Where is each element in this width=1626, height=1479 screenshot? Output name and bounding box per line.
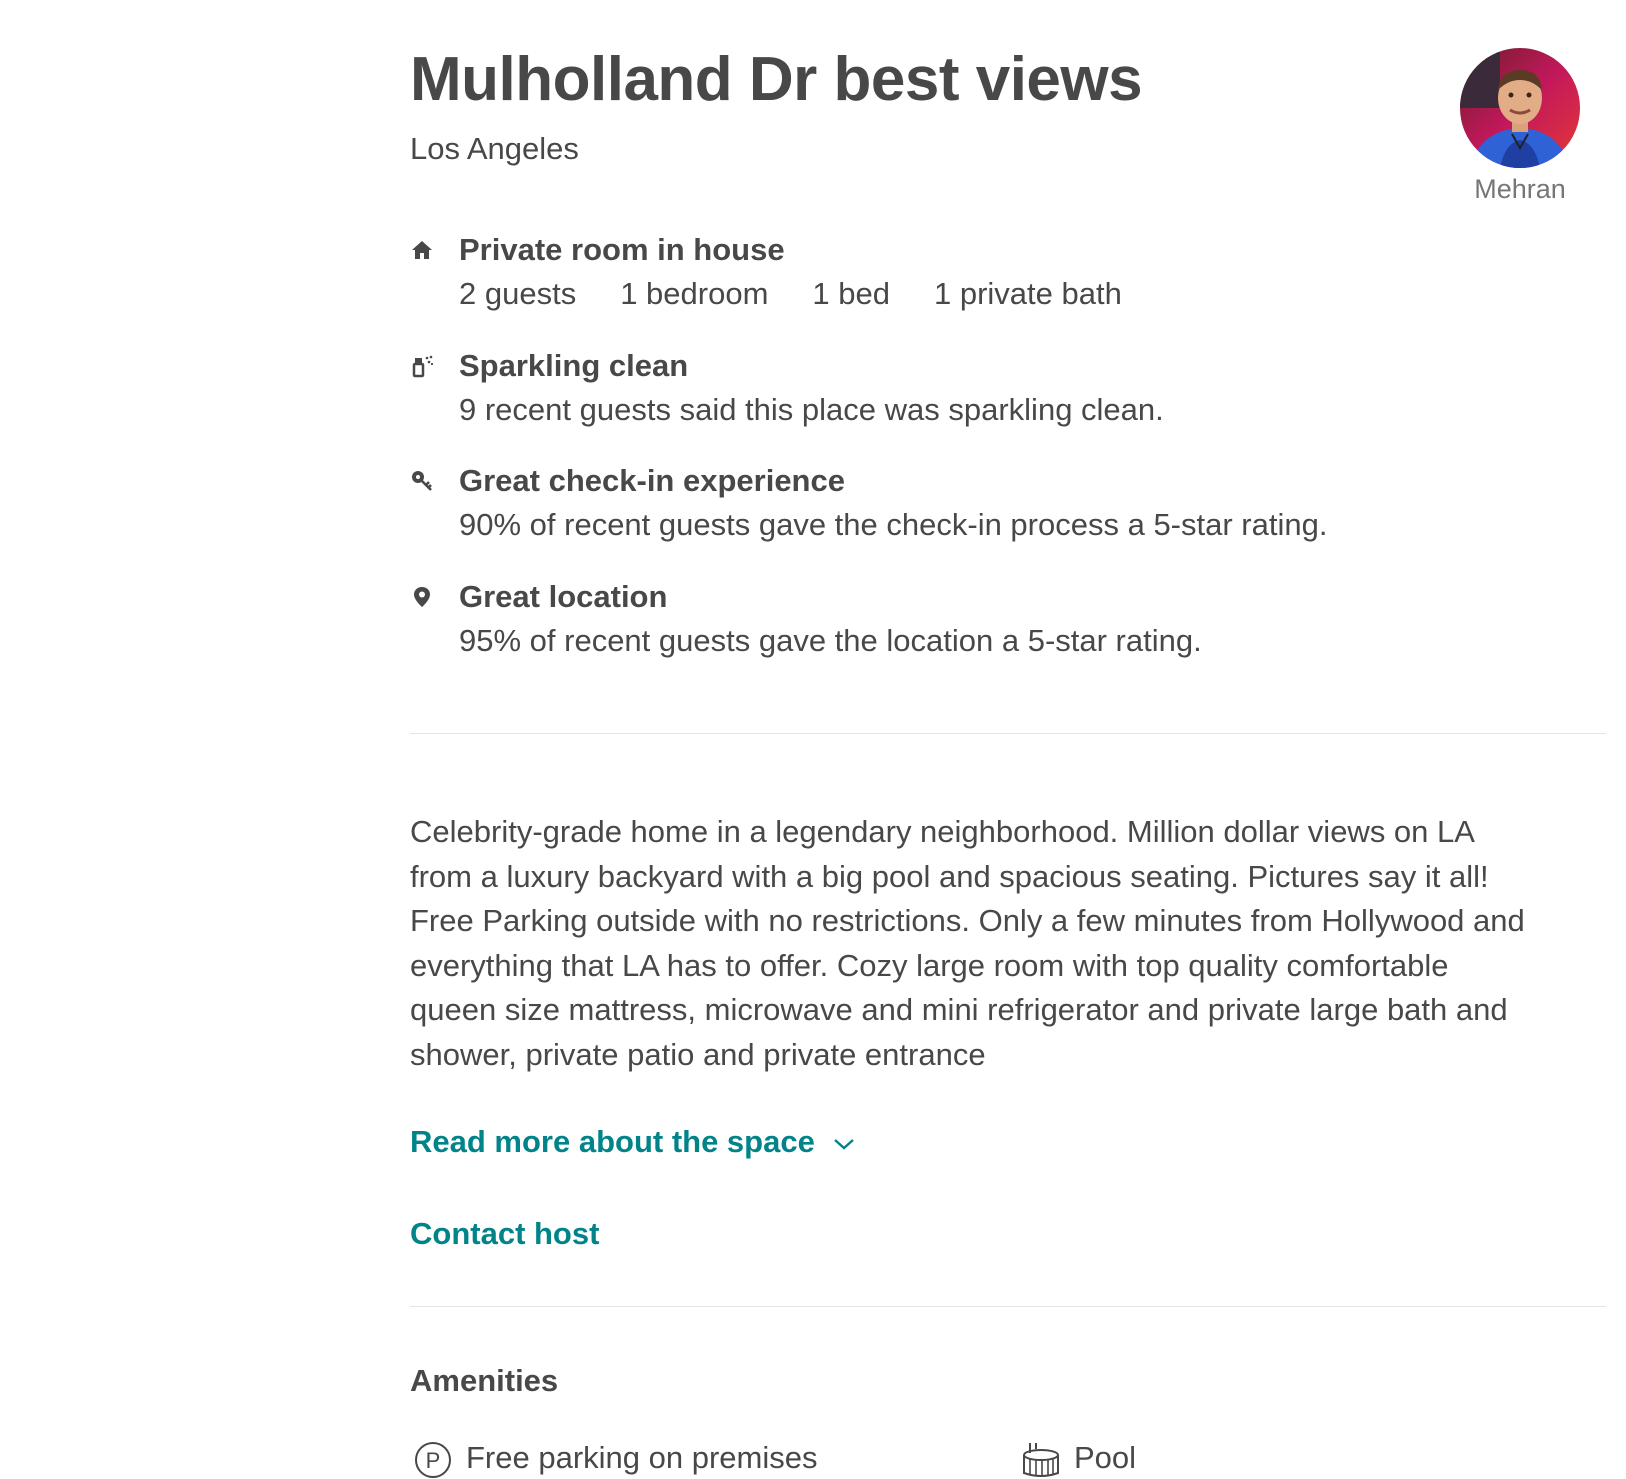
svg-text:P: P (426, 1448, 441, 1473)
highlight-title: Private room in house (459, 232, 785, 267)
read-more-label: Read more about the space (410, 1124, 815, 1159)
amenity-item: Pool (1022, 1440, 1136, 1479)
bed-count: 1 bed (812, 276, 890, 311)
listing-title: Mulholland Dr best views (410, 45, 1143, 114)
guests-count: 2 guests (459, 276, 577, 311)
amenities-heading: Amenities (410, 1363, 559, 1398)
highlight-title: Great location (459, 579, 668, 614)
parking-icon: P (415, 1441, 451, 1478)
section-divider (410, 1306, 1606, 1307)
home-icon (412, 241, 432, 259)
bedroom-count: 1 bedroom (620, 276, 769, 311)
amenity-label: Pool (1074, 1440, 1137, 1475)
listing-description: Celebrity-grade home in a legendary neig… (410, 810, 1606, 1077)
highlight-description: 90% of recent guests gave the check-in p… (459, 507, 1328, 542)
description-line: queen size mattress, microwave and mini … (410, 992, 1508, 1027)
chevron-down-icon (834, 1138, 854, 1150)
host-profile[interactable]: Mehran (1458, 48, 1582, 205)
highlight-description: 9 recent guests said this place was spar… (459, 392, 1164, 427)
read-more-link[interactable]: Read more about the space (410, 1124, 855, 1160)
description-line: from a luxury backyard with a big pool a… (410, 858, 1489, 894)
highlight-title: Sparkling clean (459, 348, 689, 383)
highlight-title: Great check-in experience (459, 463, 845, 498)
spray-bottle-icon (412, 355, 434, 378)
pool-icon (1023, 1442, 1059, 1477)
map-pin-icon (414, 587, 430, 607)
room-details: 2 guests 1 bedroom 1 bed 1 private bath (459, 276, 1166, 312)
description-line: Free Parking outside with no restriction… (410, 903, 1525, 938)
host-avatar-photo (1460, 48, 1580, 168)
listing-city: Los Angeles (410, 131, 579, 166)
amenity-label: Free parking on premises (466, 1440, 818, 1475)
host-name: Mehran (1474, 174, 1566, 204)
contact-host-link[interactable]: Contact host (410, 1216, 599, 1252)
amenity-item: P Free parking on premises (414, 1440, 818, 1479)
section-divider (410, 733, 1606, 734)
description-line: Celebrity-grade home in a legendary neig… (410, 814, 1475, 849)
description-line: shower, private patio and private entran… (410, 1036, 986, 1072)
description-line: everything that LA has to offer. Cozy la… (410, 947, 1449, 983)
key-icon (412, 471, 432, 491)
highlight-description: 95% of recent guests gave the location a… (459, 623, 1202, 658)
bath-count: 1 private bath (934, 276, 1122, 311)
host-avatar[interactable] (1460, 48, 1580, 168)
